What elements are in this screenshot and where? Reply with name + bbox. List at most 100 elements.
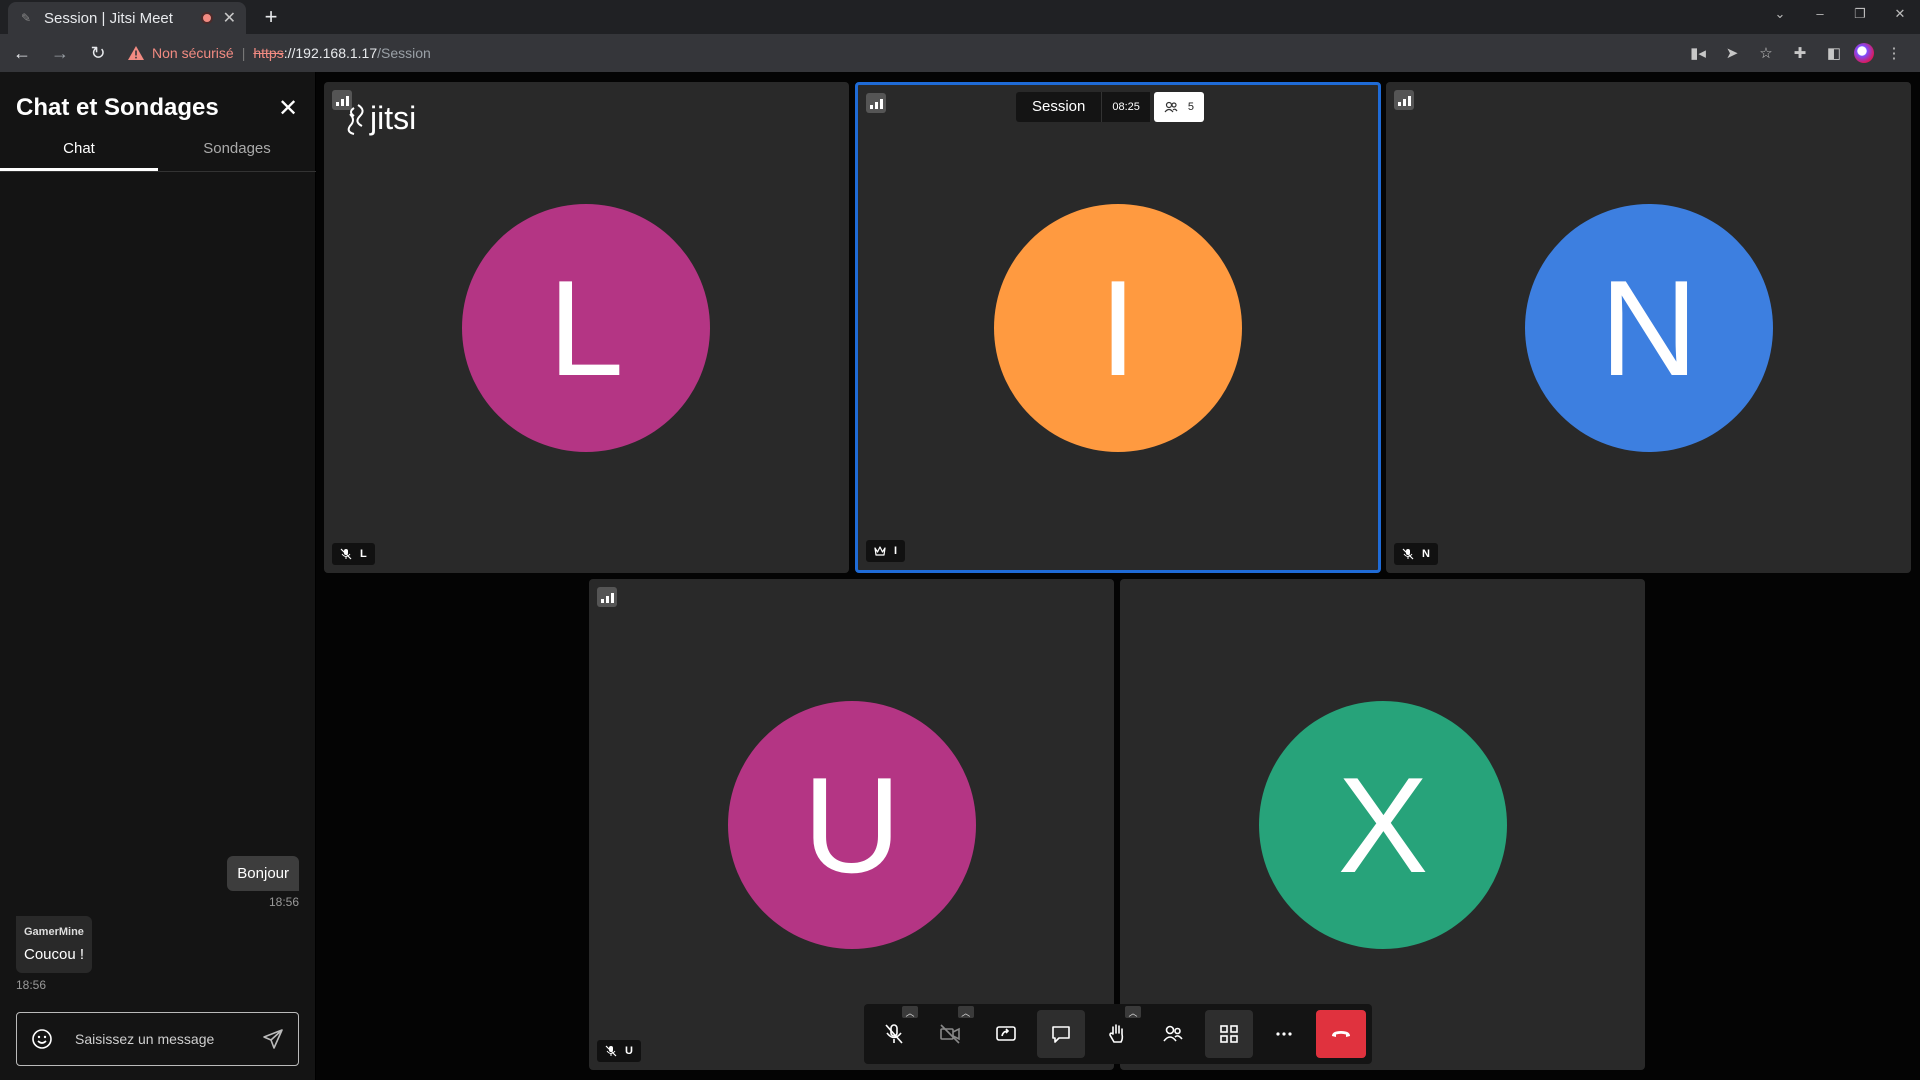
address-bar[interactable]: Non sécurisé | https ://192.168.1.17 /Se… [128,45,431,61]
participants-icon [1163,1025,1183,1042]
more-actions-button[interactable] [1260,1010,1308,1058]
browser-menu-icon[interactable]: ⋮ [1880,37,1908,69]
tile-view-button[interactable] [1204,1010,1253,1058]
jitsi-favicon-icon: ✎ [20,11,32,25]
close-tab-icon[interactable]: ✕ [223,8,236,28]
participant-tile-dominant-speaker[interactable]: I I [855,82,1381,573]
new-tab-button[interactable]: + [258,4,284,30]
camera-permission-icon[interactable]: ▮◂ [1684,37,1712,69]
participant-tile[interactable]: X [1120,579,1645,1070]
browser-tab-bar: ✎ Session | Jitsi Meet ✕ + ⌄ – ❐ ✕ [0,0,1920,34]
side-panel-icon[interactable]: ◧ [1820,37,1848,69]
participant-tile[interactable]: U U [589,579,1114,1070]
send-icon[interactable] [262,1028,284,1050]
chevron-up-icon[interactable]: ︿ [1125,1006,1141,1018]
url-scheme: https [253,45,284,61]
participant-name-bar: N [1394,543,1438,565]
bookmark-star-icon[interactable]: ☆ [1752,37,1780,69]
participant-name-bar: L [332,543,375,565]
chevron-up-icon[interactable]: ︿ [957,1006,974,1018]
connection-indicator-icon[interactable] [1394,90,1414,110]
hangup-icon [1332,1031,1350,1037]
reload-button[interactable]: ↻ [82,37,114,69]
forward-button[interactable]: → [44,37,76,69]
meeting-timer: 08:25 [1101,92,1150,122]
address-separator: | [241,45,246,61]
brand-name: jitsi [370,100,417,136]
chat-icon [1052,1026,1071,1043]
chat-message-outgoing: Bonjour [227,856,299,891]
participant-tile[interactable]: jitsi L L [324,82,849,573]
back-button[interactable]: ← [6,37,38,69]
tab-title: Session | Jitsi Meet [44,9,173,27]
tab-search-icon[interactable]: ⌄ [1760,6,1800,22]
avatar-initial: L [548,252,624,404]
warning-icon [128,46,144,60]
microphone-muted-icon [340,548,352,560]
meeting-toolbar: ︿ ︿ ︿ [864,1004,1372,1064]
participants-icon [1164,101,1178,113]
chat-button[interactable] [1037,1010,1086,1058]
window-controls: ⌄ – ❐ ✕ [1760,6,1920,22]
camera-button[interactable]: ︿ [926,1006,974,1058]
participant-count: 5 [1187,101,1195,113]
session-info-bar: Session 08:25 5 [1016,92,1205,122]
url-path: /Session [377,45,431,61]
microphone-muted-icon [1402,548,1414,560]
avatar: N [1525,204,1773,452]
connection-indicator-icon[interactable] [597,587,617,607]
insecure-label[interactable]: Non sécurisé [152,45,234,61]
browser-tab[interactable]: ✎ Session | Jitsi Meet ✕ [8,2,246,34]
avatar: U [728,701,976,949]
chat-tabs: Chat Sondages [0,134,316,172]
participant-name: U [625,1045,633,1057]
chat-message-input[interactable] [75,1031,262,1047]
avatar: L [462,204,710,452]
chat-panel-title: Chat et Sondages [16,94,219,121]
tab-polls[interactable]: Sondages [158,134,316,171]
tab-chat[interactable]: Chat [0,134,158,171]
share-icon[interactable]: ➤ [1718,37,1746,69]
close-chat-icon[interactable]: ✕ [278,94,298,123]
microphone-button[interactable]: ︿ [870,1006,918,1058]
chat-panel: Chat et Sondages ✕ Chat Sondages Bonjour… [0,72,316,1080]
browser-toolbar: ← → ↻ Non sécurisé | https ://192.168.1.… [0,34,1920,72]
screen-share-button[interactable] [982,1010,1030,1058]
emoji-icon[interactable] [31,1028,53,1050]
minimize-icon[interactable]: – [1800,6,1840,22]
participant-count-badge[interactable]: 5 [1153,92,1205,122]
participant-tile[interactable]: N N [1386,82,1911,573]
avatar-initial: N [1599,252,1699,404]
more-icon [1276,1032,1292,1036]
extensions-icon[interactable]: ✚ [1786,37,1814,69]
close-window-icon[interactable]: ✕ [1880,6,1920,22]
message-text: Coucou ! [24,946,85,963]
message-timestamp: 18:56 [16,978,47,992]
raise-hand-icon [1109,1024,1124,1043]
participant-name: N [1422,548,1430,560]
restore-icon[interactable]: ❐ [1840,6,1880,22]
avatar-initial: I [1099,252,1137,404]
avatar: I [994,204,1242,452]
chat-message-incoming: GamerMine Coucou ! [16,916,93,973]
hangup-button[interactable] [1316,1010,1366,1058]
url-host: ://192.168.1.17 [283,45,378,61]
avatar-initial: X [1337,749,1429,901]
connection-indicator-icon[interactable] [866,93,886,113]
message-timestamp: 18:56 [268,895,299,909]
camera-off-icon [939,1024,960,1044]
participants-button[interactable] [1149,1010,1197,1058]
chevron-up-icon[interactable]: ︿ [902,1006,918,1018]
jitsi-logo-icon [347,103,364,135]
avatar-initial: U [802,749,902,901]
tile-view-icon [1219,1025,1238,1043]
raise-hand-button[interactable]: ︿ [1093,1006,1141,1058]
avatar: X [1259,701,1507,949]
browser-right-tools: ▮◂ ➤ ☆ ✚ ◧ ⋮ [1684,37,1908,69]
participant-name: L [360,548,367,560]
screen-share-icon [995,1026,1016,1041]
message-author: GamerMine [24,926,84,938]
jitsi-watermark: jitsi [344,100,416,137]
participant-name-bar: U [597,1040,641,1062]
profile-avatar[interactable] [1854,43,1874,63]
